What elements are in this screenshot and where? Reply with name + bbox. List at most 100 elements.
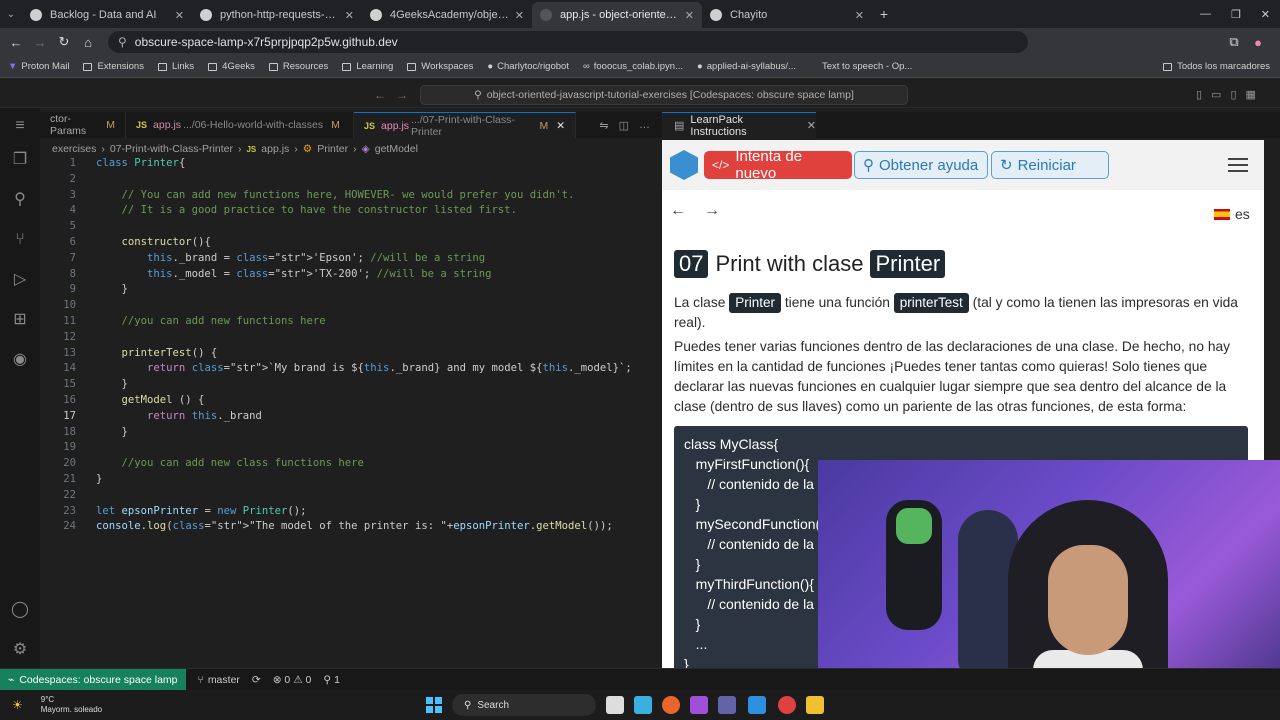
more-icon[interactable]: … [639, 119, 650, 131]
hamburger-menu-icon[interactable] [1228, 158, 1248, 176]
breadcrumb-item[interactable]: app.js [261, 143, 289, 155]
close-icon[interactable]: ✕ [175, 9, 184, 22]
bookmark[interactable]: ● Charlytoc/rigobot [487, 61, 569, 72]
browser-tab[interactable]: Chayito ✕ [702, 2, 872, 28]
close-icon[interactable]: ✕ [345, 9, 354, 22]
github-icon[interactable]: ◉ [10, 350, 30, 370]
code-line[interactable]: // You can add new functions here, HOWEV… [96, 189, 575, 201]
weather-widget[interactable]: 9°C Mayorm. soleado [41, 695, 102, 715]
explorer-icon[interactable]: ❐ [10, 150, 30, 170]
nav-back-icon[interactable]: ← [374, 88, 386, 102]
editor-tab[interactable]: ctor-Params M [40, 112, 126, 138]
code-line[interactable]: this._model = class="str">'TX-200'; //wi… [96, 268, 491, 280]
bookmark-folder[interactable]: Learning [342, 61, 393, 72]
code-line[interactable]: } [96, 426, 128, 438]
command-center[interactable]: ⚲ object-oriented-javascript-tutorial-exe… [420, 85, 908, 105]
bookmark[interactable]: ∞ fooocus_colab.ipyn... [583, 61, 683, 72]
breadcrumb-item[interactable]: exercises [52, 143, 96, 155]
restore-icon[interactable]: ❐ [1231, 8, 1241, 21]
browser-tab-active[interactable]: app.js - object-oriented-javascri ✕ [532, 2, 702, 28]
layout-icons[interactable]: ▯▭▯▦ [1196, 88, 1265, 101]
sync-icon[interactable]: ⟳ [252, 674, 261, 686]
chrome-icon[interactable] [778, 696, 796, 714]
code-line[interactable]: class Printer{ [96, 157, 185, 169]
search-icon[interactable]: ⚲ [10, 190, 30, 210]
task-view-icon[interactable] [606, 696, 624, 714]
remote-indicator[interactable]: ⌁ Codespaces: obscure space lamp [0, 668, 186, 691]
browser-tab[interactable]: Backlog - Data and AI ✕ [22, 2, 192, 28]
bookmark[interactable]: ● applied-ai-syllabus/... [697, 61, 796, 72]
account-icon[interactable]: ◯ [10, 600, 30, 620]
breadcrumb-item[interactable]: 07-Print-with-Class-Printer [110, 143, 233, 155]
split-editor-icon[interactable]: ◫ [619, 119, 629, 132]
url-field[interactable]: ⚲ obscure-space-lamp-x7r5prpjpqp2p5w.git… [108, 31, 1028, 53]
minimize-icon[interactable]: — [1200, 8, 1211, 21]
extensions-icon[interactable]: ⧉ [1222, 34, 1246, 50]
retry-button[interactable]: </> Intenta de nuevo [704, 148, 852, 182]
code-line[interactable]: // It is a good practice to have the con… [96, 204, 517, 216]
breadcrumb-item[interactable]: Printer [317, 143, 348, 155]
browser-tab[interactable]: python-http-requests-api-tutor ✕ [192, 2, 362, 28]
extensions-icon[interactable]: ⊞ [10, 310, 30, 330]
tab-search-icon[interactable]: ⌄ [0, 9, 22, 20]
back-icon[interactable]: ← [4, 35, 28, 50]
code-line[interactable]: } [96, 378, 128, 390]
firefox-icon[interactable] [662, 696, 680, 714]
reload-icon[interactable]: ↻ [52, 34, 76, 50]
bookmark-folder[interactable]: Links [157, 61, 194, 72]
breadcrumb-item[interactable]: getModel [375, 143, 418, 155]
close-icon[interactable]: ✕ [807, 119, 816, 132]
code-line[interactable]: printerTest() { [96, 347, 218, 359]
learnpack-tab[interactable]: ▤ LearnPack Instructions ✕ [662, 112, 816, 138]
app-icon[interactable] [690, 696, 708, 714]
close-icon[interactable]: ✕ [685, 9, 694, 22]
editor-tab-active[interactable]: JS app.js .../07-Print-with-Class-Printer M… [354, 112, 576, 138]
language-switch[interactable]: es [1214, 206, 1250, 222]
close-window-icon[interactable]: ✕ [1261, 8, 1270, 21]
code-line[interactable]: let epsonPrinter = new Printer(); [96, 505, 307, 517]
bookmark-folder[interactable]: Resources [268, 61, 328, 72]
all-bookmarks-folder[interactable]: Todos los marcadores [1163, 61, 1270, 72]
code-line[interactable]: this._brand = class="str">'Epson'; //wil… [96, 252, 485, 264]
code-line[interactable]: getModel () { [96, 394, 205, 406]
bookmark-folder[interactable]: Workspaces [407, 61, 473, 72]
windows-start-icon[interactable] [426, 697, 442, 713]
site-info-icon[interactable]: ⚲ [118, 35, 127, 49]
teams-icon[interactable] [718, 696, 736, 714]
profile-avatar[interactable]: ● [1246, 35, 1270, 50]
prev-arrow-icon[interactable]: ← [670, 202, 686, 220]
close-icon[interactable]: ✕ [556, 120, 565, 132]
close-icon[interactable]: ✕ [515, 9, 524, 22]
nav-forward-icon[interactable]: → [396, 88, 408, 102]
code-line[interactable]: //you can add new functions here [96, 315, 326, 327]
bookmark-folder[interactable]: 4Geeks [208, 61, 255, 72]
code-line[interactable]: constructor(){ [96, 236, 211, 248]
menu-icon[interactable]: ≡ [10, 116, 30, 136]
vscode-icon[interactable] [748, 696, 766, 714]
gear-icon[interactable]: ⚙ [10, 640, 30, 660]
bookmark[interactable]: Extensions [83, 61, 144, 72]
code-line[interactable]: } [96, 283, 128, 295]
copilot-icon[interactable] [634, 696, 652, 714]
new-tab-button[interactable]: + [872, 6, 896, 22]
browser-tab[interactable]: 4GeeksAcademy/object-oriente ✕ [362, 2, 532, 28]
code-line[interactable]: } [96, 473, 102, 485]
next-arrow-icon[interactable]: → [704, 202, 720, 220]
ports-count[interactable]: 1 [334, 674, 340, 686]
files-icon[interactable] [806, 696, 824, 714]
run-debug-icon[interactable]: ▷ [10, 270, 30, 290]
reset-button[interactable]: ↻ Reiniciar [991, 151, 1109, 179]
get-help-button[interactable]: ⚲ Obtener ayuda [854, 151, 988, 179]
code-line[interactable]: //you can add new class functions here [96, 457, 364, 469]
bookmark[interactable]: Text to speech - Op... [822, 61, 912, 72]
compare-icon[interactable]: ⇋ [599, 119, 608, 132]
branch-label[interactable]: master [208, 674, 240, 686]
home-icon[interactable]: ⌂ [76, 35, 100, 50]
forward-icon[interactable]: → [28, 35, 52, 50]
taskbar-search[interactable]: ⚲ Search [452, 694, 596, 716]
close-icon[interactable]: ✕ [855, 9, 864, 22]
code-editor[interactable]: 1 class Printer{2 3 // You can add new fun… [40, 157, 660, 667]
bookmark[interactable]: ▼ Proton Mail [8, 61, 69, 72]
code-line[interactable]: console.log(class="str">"The model of th… [96, 520, 613, 532]
editor-tab[interactable]: JS app.js .../06-Hello-world-with-classes M [126, 112, 354, 138]
